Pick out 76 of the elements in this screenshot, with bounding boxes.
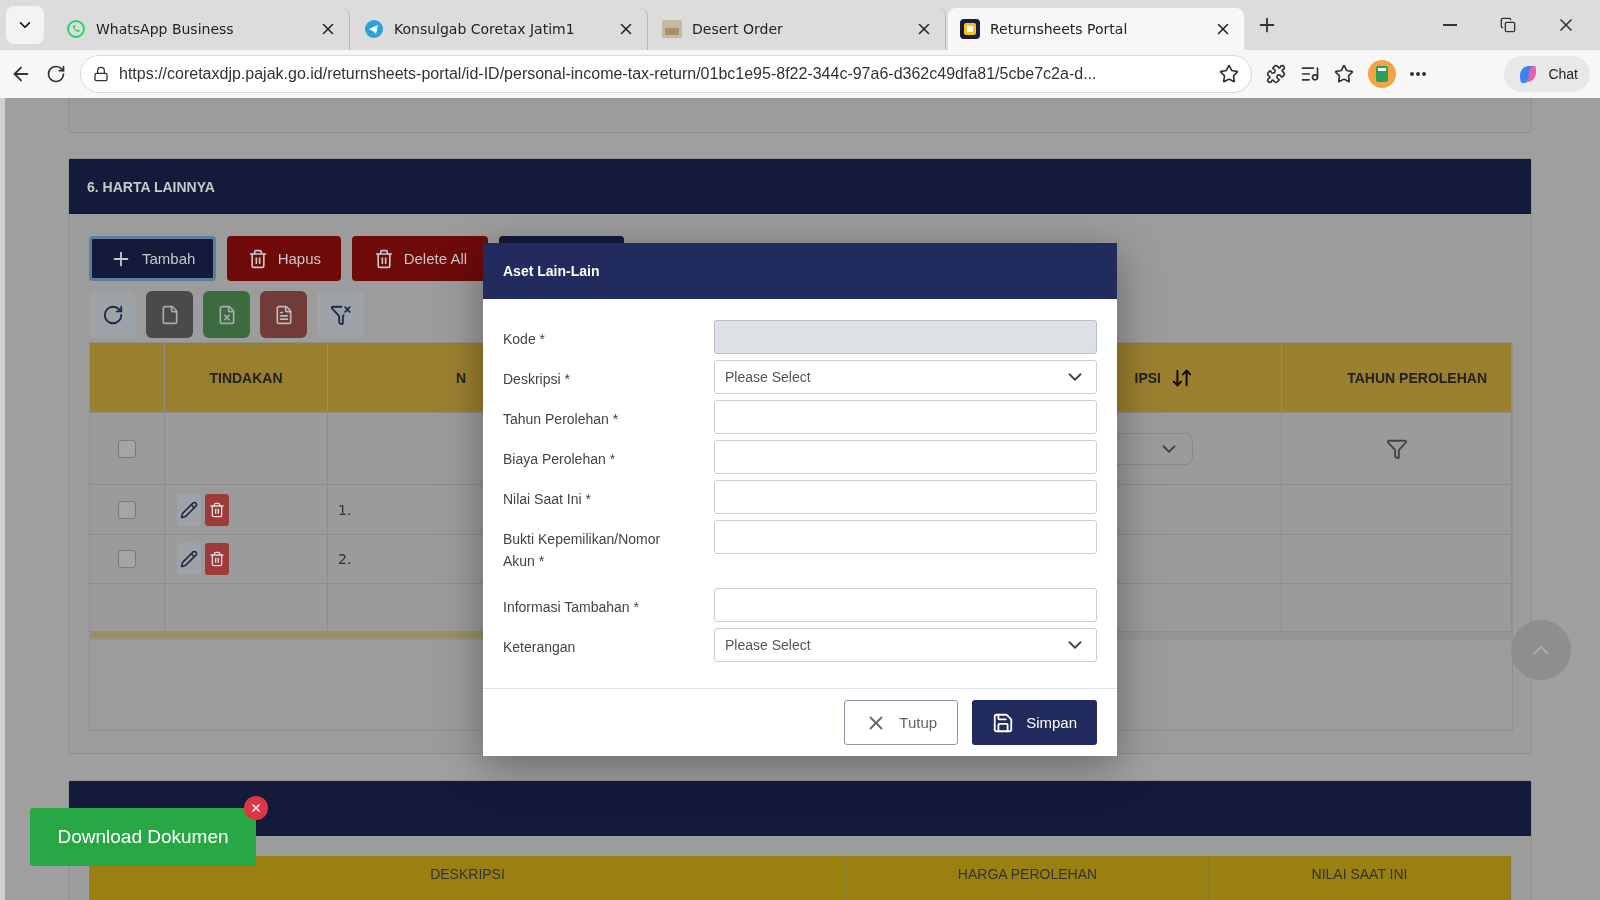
excel-export-button[interactable] bbox=[203, 291, 250, 338]
field-label: Tahun Perolehan * bbox=[503, 410, 620, 429]
star-icon bbox=[1334, 64, 1354, 84]
trash-icon bbox=[209, 551, 225, 567]
pencil-icon bbox=[180, 550, 198, 568]
select-field[interactable]: Please Select bbox=[714, 628, 1097, 662]
thumbnail-icon bbox=[662, 20, 682, 38]
trash-icon bbox=[373, 248, 394, 269]
favorites-button[interactable] bbox=[1334, 64, 1354, 84]
select-field[interactable]: Please Select bbox=[714, 360, 1097, 394]
paper-plane-icon bbox=[364, 19, 384, 39]
field-label: Deskripsi * bbox=[503, 370, 571, 389]
refresh-icon bbox=[101, 303, 124, 326]
input-field[interactable] bbox=[714, 588, 1097, 622]
clear-filter-button[interactable] bbox=[317, 291, 364, 338]
reload-icon bbox=[46, 64, 66, 84]
delete-button[interactable]: Hapus bbox=[227, 236, 342, 281]
modal-header: Aset Lain-Lain bbox=[483, 243, 1117, 299]
column-header[interactable]: IPSI bbox=[1134, 369, 1161, 386]
delete-button[interactable]: Delete All bbox=[352, 236, 489, 281]
delete-button[interactable] bbox=[205, 543, 229, 575]
field-label: Informasi Tambahan * bbox=[503, 598, 640, 617]
lock-icon bbox=[93, 66, 109, 82]
column-header[interactable]: TAHUN PEROLEHAN bbox=[1347, 369, 1487, 386]
checkbox[interactable] bbox=[118, 500, 136, 519]
field-label: Nilai Saat Ini * bbox=[503, 490, 592, 509]
restore-icon bbox=[1500, 17, 1516, 33]
trash-icon bbox=[247, 248, 268, 269]
close-button[interactable]: Tutup bbox=[844, 700, 959, 745]
chat-bubble-icon bbox=[66, 19, 86, 39]
input-field[interactable] bbox=[714, 400, 1097, 434]
field-label: Kode * bbox=[503, 330, 547, 349]
pencil-icon bbox=[180, 500, 198, 519]
filter-icon[interactable] bbox=[1385, 437, 1408, 460]
edit-button[interactable] bbox=[177, 493, 201, 526]
field-label: Biaya Perolehan * bbox=[503, 450, 617, 469]
address-bar[interactable]: https://coretaxdjp.pajak.go.id/returnsheets-portal/id-ID/personal-income-tax-return/01bc1e95-8f22-344c-97a6-d362c49dfa81/5cbe7c2a-d... bbox=[80, 55, 1252, 93]
browser-tab[interactable]: Returnsheets Portal bbox=[948, 8, 1244, 50]
save-icon bbox=[992, 711, 1015, 734]
edit-button[interactable] bbox=[177, 543, 201, 575]
chat-button[interactable]: Chat bbox=[1504, 56, 1590, 92]
field-label: Bukti Kepemilikan/Nomor Akun * bbox=[503, 530, 662, 571]
trash-icon bbox=[209, 501, 225, 518]
refresh-button[interactable] bbox=[89, 291, 136, 338]
field-label: Keterangan bbox=[503, 638, 577, 657]
calculator-icon[interactable] bbox=[1368, 60, 1396, 88]
reload-button[interactable] bbox=[46, 64, 66, 84]
input-field[interactable] bbox=[714, 440, 1097, 474]
delete-button[interactable] bbox=[205, 493, 229, 526]
input-field[interactable] bbox=[714, 520, 1097, 554]
column-header: N bbox=[456, 369, 467, 386]
section-header: 6. HARTA LAINNYA bbox=[69, 159, 1531, 214]
music-list-icon bbox=[1300, 64, 1320, 84]
input-field[interactable] bbox=[714, 480, 1097, 514]
column-header: NILAI SAAT INI bbox=[1311, 866, 1408, 884]
extensions-button[interactable] bbox=[1266, 64, 1286, 84]
document-button[interactable] bbox=[146, 291, 193, 338]
checkbox[interactable] bbox=[118, 550, 136, 568]
pdf-export-button[interactable] bbox=[260, 291, 307, 338]
more-button[interactable] bbox=[1410, 72, 1426, 76]
save-button[interactable]: Simpan bbox=[972, 700, 1097, 745]
media-button[interactable] bbox=[1300, 64, 1320, 84]
add-button[interactable]: Tambah bbox=[89, 236, 217, 281]
puzzle-icon bbox=[1266, 64, 1286, 84]
clear-filter-icon bbox=[329, 303, 352, 326]
star-icon[interactable] bbox=[1219, 64, 1239, 84]
close-icon bbox=[250, 802, 262, 814]
portal-logo-icon bbox=[960, 19, 980, 39]
checkbox[interactable] bbox=[118, 439, 136, 458]
column-header: TINDAKAN bbox=[209, 369, 283, 386]
column-header: HARGA PEROLEHAN bbox=[957, 866, 1098, 884]
row-number: 1. bbox=[338, 501, 352, 518]
more-icon bbox=[1410, 72, 1426, 76]
minimize-icon bbox=[1443, 24, 1457, 26]
column-header: DESKRIPSI bbox=[430, 866, 505, 884]
row-number: 2. bbox=[338, 551, 352, 567]
